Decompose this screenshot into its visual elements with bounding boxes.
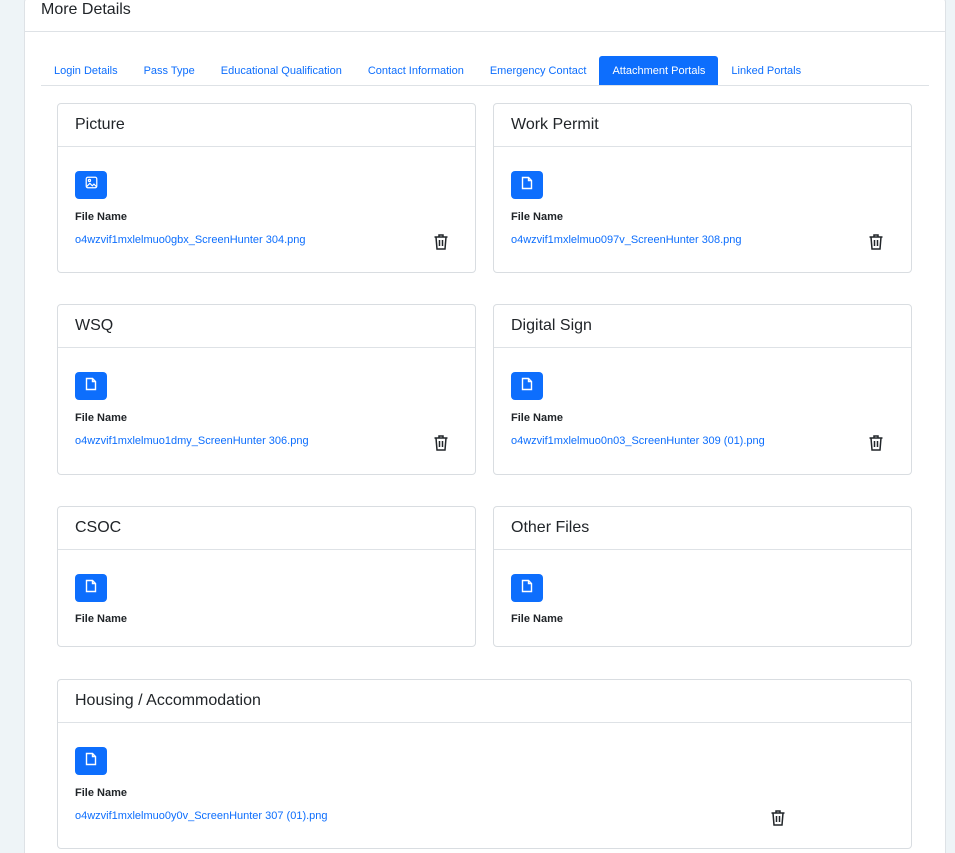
trash-icon	[770, 810, 786, 831]
trash-icon	[868, 234, 884, 255]
upload-picture-button[interactable]	[75, 171, 107, 199]
file-name-label: File Name	[75, 412, 127, 424]
trash-icon	[433, 234, 449, 255]
card-title: Work Permit	[494, 104, 911, 147]
tab-login-details[interactable]: Login Details	[41, 56, 131, 85]
file-icon	[521, 579, 533, 598]
file-name-label: File Name	[511, 412, 563, 424]
work-permit-card: Work Permit File Name o4wzvif1mxlelmuo09…	[493, 103, 912, 273]
housing-card: Housing / Accommodation File Name o4wzvi…	[57, 679, 912, 849]
wsq-card: WSQ File Name o4wzvif1mxlelmuo1dmy_Scree…	[57, 304, 476, 475]
tab-educational-qualification[interactable]: Educational Qualification	[208, 56, 355, 85]
upload-work-permit-button[interactable]	[511, 171, 543, 199]
file-link[interactable]: o4wzvif1mxlelmuo1dmy_ScreenHunter 306.pn…	[75, 435, 309, 447]
file-link[interactable]: o4wzvif1mxlelmuo097v_ScreenHunter 308.pn…	[511, 234, 742, 246]
file-icon	[85, 752, 97, 771]
file-icon	[521, 377, 533, 396]
upload-other-files-button[interactable]	[511, 574, 543, 602]
tab-attachment-portals[interactable]: Attachment Portals	[599, 56, 719, 85]
card-title: Picture	[58, 104, 475, 147]
file-name-label: File Name	[75, 211, 127, 223]
delete-picture-button[interactable]	[433, 233, 449, 251]
tab-contact-information[interactable]: Contact Information	[355, 56, 477, 85]
card-title: CSOC	[58, 507, 475, 550]
page-title: More Details	[25, 0, 945, 32]
picture-card: Picture File Name o4wzvif1mxlelmuo0gbx_S…	[57, 103, 476, 273]
upload-digital-sign-button[interactable]	[511, 372, 543, 400]
tab-linked-portals[interactable]: Linked Portals	[718, 56, 814, 85]
file-name-label: File Name	[75, 613, 127, 625]
file-link[interactable]: o4wzvif1mxlelmuo0y0v_ScreenHunter 307 (0…	[75, 810, 328, 822]
file-name-label: File Name	[511, 211, 563, 223]
card-title: Housing / Accommodation	[58, 680, 911, 723]
upload-wsq-button[interactable]	[75, 372, 107, 400]
tab-pass-type[interactable]: Pass Type	[131, 56, 208, 85]
digital-sign-card: Digital Sign File Name o4wzvif1mxlelmuo0…	[493, 304, 912, 475]
tab-emergency-contact[interactable]: Emergency Contact	[477, 56, 600, 85]
more-details-card: More Details Login Details Pass Type Edu…	[24, 0, 946, 853]
delete-wsq-button[interactable]	[433, 434, 449, 452]
other-files-card: Other Files File Name	[493, 506, 912, 647]
file-name-label: File Name	[511, 613, 563, 625]
file-link[interactable]: o4wzvif1mxlelmuo0gbx_ScreenHunter 304.pn…	[75, 234, 306, 246]
file-icon	[85, 579, 97, 598]
delete-digital-sign-button[interactable]	[868, 434, 884, 452]
card-title: WSQ	[58, 305, 475, 348]
upload-csoc-button[interactable]	[75, 574, 107, 602]
card-title: Digital Sign	[494, 305, 911, 348]
delete-housing-button[interactable]	[770, 809, 786, 827]
file-icon	[85, 377, 97, 396]
file-link[interactable]: o4wzvif1mxlelmuo0n03_ScreenHunter 309 (0…	[511, 435, 765, 447]
upload-housing-button[interactable]	[75, 747, 107, 775]
csoc-card: CSOC File Name	[57, 506, 476, 647]
tab-bar: Login Details Pass Type Educational Qual…	[41, 56, 929, 86]
file-icon	[521, 176, 533, 195]
trash-icon	[868, 435, 884, 456]
trash-icon	[433, 435, 449, 456]
card-title: Other Files	[494, 507, 911, 550]
image-icon	[85, 176, 98, 194]
delete-work-permit-button[interactable]	[868, 233, 884, 251]
file-name-label: File Name	[75, 787, 127, 799]
